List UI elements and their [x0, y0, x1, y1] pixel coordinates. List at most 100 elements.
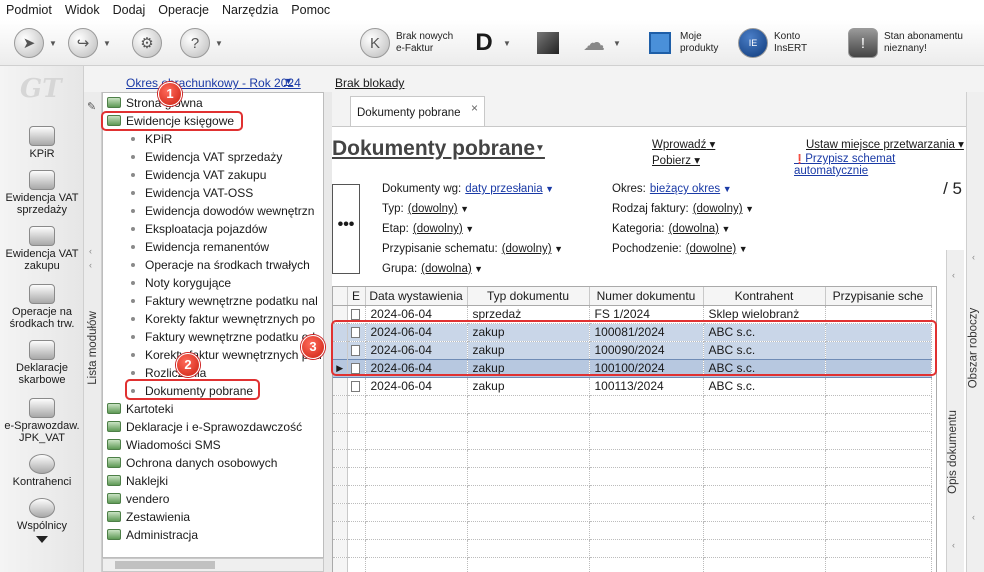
tree-subitem[interactable]: Ewidencja remanentów — [131, 238, 269, 256]
tree-item[interactable]: Deklaracje i e-Sprawozdawczość — [107, 418, 302, 436]
tree-subitem[interactable]: Ewidencja VAT-OSS — [131, 184, 253, 202]
table-row[interactable] — [333, 557, 932, 572]
table-row[interactable] — [333, 449, 932, 468]
wprowadz-menu[interactable]: Wprowadź ▾ — [652, 137, 715, 151]
row-header[interactable] — [333, 395, 348, 414]
menu-narzedzia[interactable]: Narzędzia — [222, 3, 278, 17]
tree-item[interactable]: Ochrona danych osobowych — [107, 454, 277, 472]
table-row[interactable] — [333, 413, 932, 432]
close-icon[interactable]: × — [471, 101, 478, 115]
stan-abonamentu-button[interactable]: ! Stan abonamentu nieznany! — [848, 26, 963, 60]
tree-item[interactable]: Zestawienia — [107, 508, 190, 526]
tree-item[interactable]: vendero — [107, 490, 169, 508]
tree-subitem[interactable]: Korekty faktur wewnętrznych po — [131, 310, 315, 328]
konto-insert-button[interactable]: IE Konto InsERT — [738, 26, 807, 60]
table-row[interactable] — [333, 431, 932, 450]
table-row[interactable] — [333, 467, 932, 486]
column-header-e[interactable]: E — [347, 287, 366, 306]
menu-widok[interactable]: Widok — [65, 3, 100, 17]
przypisz-schemat-link[interactable]: ❗Przypisz schemat automatycznie — [794, 153, 966, 177]
filter-przypisanie-select[interactable]: (dowolny) — [502, 243, 552, 255]
left-nav-wspolnicy[interactable]: Wspólnicy — [0, 498, 84, 532]
tree-subitem[interactable]: Noty korygujące — [131, 274, 231, 292]
filter-okres-select[interactable]: bieżący okres — [650, 183, 720, 195]
menu-operacje[interactable]: Operacje — [158, 3, 209, 17]
row-header[interactable] — [333, 431, 348, 450]
column-header-data[interactable]: Data wystawienia — [365, 287, 468, 306]
row-header[interactable] — [333, 503, 348, 522]
table-row[interactable] — [333, 485, 932, 504]
filter-dokumenty-wg-select[interactable]: daty przesłania — [465, 183, 542, 195]
menu-pomoc[interactable]: Pomoc — [291, 3, 330, 17]
row-header[interactable] — [333, 557, 348, 572]
row-header[interactable] — [333, 449, 348, 468]
moje-produkty-button[interactable]: Moje produkty — [646, 26, 718, 60]
row-header[interactable] — [333, 485, 348, 504]
tree-item[interactable]: Kartoteki — [107, 400, 173, 418]
page-title[interactable]: Dokumenty pobrane▼ — [332, 137, 545, 161]
left-nav-srodki-trwale[interactable]: Operacje na środkach trw. — [0, 284, 84, 330]
chevron-down-icon[interactable]: ▼ — [284, 76, 293, 86]
pin-icon[interactable]: ✎ — [87, 100, 96, 113]
tree-item[interactable]: Strona główna — [107, 94, 203, 112]
row-header[interactable] — [333, 467, 348, 486]
table-row[interactable]: 2024-06-04 zakup 100113/2024 ABC s.c. — [333, 377, 932, 396]
cloud-button[interactable]: ☁ ▼ — [580, 26, 622, 60]
tree-subitem[interactable]: Ewidencja VAT sprzedaży — [131, 148, 282, 166]
forward-button[interactable]: ↪ ▼ — [68, 26, 112, 60]
column-header-kontrahent[interactable]: Kontrahent — [703, 287, 826, 306]
tree-subitem[interactable]: KPiR — [131, 130, 172, 148]
tree-subitem[interactable]: Korekty faktur wewnętrznych pod — [131, 346, 322, 364]
table-row[interactable] — [333, 539, 932, 558]
brak-blokady-link[interactable]: Brak blokady — [335, 76, 404, 90]
filter-rodzaj-select[interactable]: (dowolny) — [693, 203, 743, 215]
tree-item[interactable]: Naklejki — [107, 472, 168, 490]
opis-dokumentu-panel[interactable]: ‹ ‹ Opis dokumentu — [946, 250, 964, 572]
left-nav-vat-zakupu[interactable]: Ewidencja VAT zakupu — [0, 226, 84, 272]
more-filters-button[interactable]: ••• — [332, 184, 360, 274]
column-header-typ[interactable]: Typ dokumentu — [467, 287, 590, 306]
tools-button[interactable]: ⚙ — [132, 26, 162, 60]
scroll-thumb[interactable] — [115, 561, 215, 569]
row-header[interactable] — [333, 377, 348, 396]
left-nav-deklaracje[interactable]: Deklaracje skarbowe — [0, 340, 84, 386]
help-button[interactable]: ? ▼ — [180, 26, 224, 60]
table-row[interactable] — [333, 395, 932, 414]
tree-subitem[interactable]: Operacje na środkach trwałych — [131, 256, 310, 274]
tree-subitem[interactable]: Faktury wewnętrzne podatku od — [131, 328, 315, 346]
tree-horizontal-scrollbar[interactable] — [102, 558, 324, 572]
row-header[interactable] — [333, 521, 348, 540]
column-header-przypisanie[interactable]: Przypisanie sche — [825, 287, 932, 306]
pobierz-menu[interactable]: Pobierz ▾ — [652, 153, 700, 167]
table-row[interactable] — [333, 503, 932, 522]
column-header-numer[interactable]: Numer dokumentu — [589, 287, 704, 306]
d-button[interactable]: D ▼ — [470, 26, 512, 60]
filter-grupa-select[interactable]: (dowolna) — [421, 263, 472, 275]
box-button[interactable] — [534, 26, 562, 60]
ustaw-miejsce-menu[interactable]: Ustaw miejsce przetwarzania ▾ — [806, 137, 964, 151]
efaktur-button[interactable]: K Brak nowych e-Faktur — [360, 26, 453, 60]
tree-subitem[interactable]: Ewidencja VAT zakupu — [131, 166, 266, 184]
tree-item[interactable]: Administracja — [107, 526, 198, 544]
module-sidebar[interactable]: ✎ ‹ ‹ Lista modułów — [84, 92, 102, 572]
send-button[interactable]: ➤ ▼ — [14, 26, 58, 60]
filter-etap-select[interactable]: (dowolny) — [413, 223, 463, 235]
tree-subitem[interactable]: Faktury wewnętrzne podatku nal — [131, 292, 318, 310]
tab-dokumenty-pobrane[interactable]: Dokumenty pobrane × — [350, 96, 485, 126]
row-header[interactable] — [333, 539, 348, 558]
obszar-roboczy-panel[interactable]: ‹ ‹ Obszar roboczy — [966, 92, 984, 572]
tree-subitem[interactable]: Ewidencja dowodów wewnętrzn — [131, 202, 314, 220]
menu-dodaj[interactable]: Dodaj — [113, 3, 146, 17]
okres-link[interactable]: Okres obrachunkowy - Rok 2024 — [126, 76, 301, 90]
left-nav-vat-sprzedazy[interactable]: Ewidencja VAT sprzedaży — [0, 170, 84, 216]
table-row[interactable] — [333, 521, 932, 540]
tree-item[interactable]: Wiadomości SMS — [107, 436, 221, 454]
left-nav-jpk[interactable]: e-Sprawozdaw. JPK_VAT — [0, 398, 84, 444]
left-nav-kpir[interactable]: KPiR — [0, 126, 84, 160]
row-header[interactable] — [333, 413, 348, 432]
filter-kategoria-select[interactable]: (dowolna) — [668, 223, 719, 235]
tree-subitem[interactable]: Eksploatacja pojazdów — [131, 220, 267, 238]
filter-pochodzenie-select[interactable]: (dowolne) — [686, 243, 737, 255]
filter-typ-select[interactable]: (dowolny) — [408, 203, 458, 215]
scroll-down-icon[interactable] — [36, 536, 48, 543]
